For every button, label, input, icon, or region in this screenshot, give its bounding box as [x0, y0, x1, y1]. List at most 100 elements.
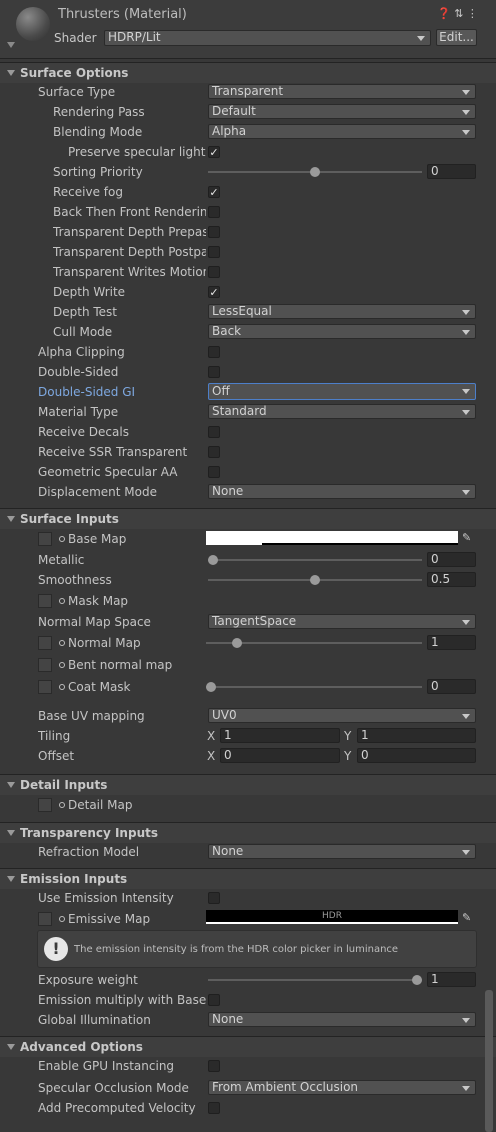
scrollbar-thumb[interactable]: [485, 990, 493, 1132]
receive-fog-checkbox[interactable]: ✓: [208, 186, 220, 198]
surface-type-dropdown[interactable]: Transparent: [208, 84, 476, 99]
specular-occlusion-dropdown[interactable]: From Ambient Occlusion: [208, 1080, 476, 1095]
chevron-down-icon: [462, 850, 470, 855]
gpu-instancing-checkbox[interactable]: [208, 1060, 220, 1072]
double-sided-checkbox[interactable]: [208, 366, 220, 378]
offset-y-label: Y: [344, 749, 352, 763]
material-preview-icon[interactable]: [16, 7, 50, 41]
foldout-arrow-icon[interactable]: [7, 516, 15, 522]
mask-map-texture-slot[interactable]: [38, 594, 52, 608]
back-then-front-label: Back Then Front Rendering: [53, 205, 206, 219]
sorting-priority-label: Sorting Priority: [53, 165, 143, 179]
edit-shader-button[interactable]: Edit...: [436, 29, 477, 46]
foldout-arrow-icon[interactable]: [7, 830, 15, 836]
object-picker-icon[interactable]: [59, 916, 65, 922]
sorting-priority-field[interactable]: 0: [427, 164, 476, 179]
rendering-pass-dropdown[interactable]: Default: [208, 104, 476, 119]
object-picker-icon[interactable]: [59, 802, 65, 808]
tiling-x-field[interactable]: 1: [220, 728, 340, 743]
receive-ssr-label: Receive SSR Transparent: [38, 445, 188, 459]
metallic-slider-track[interactable]: [208, 559, 422, 561]
material-type-dropdown[interactable]: Standard: [208, 404, 476, 419]
coat-mask-slider-handle[interactable]: [206, 682, 216, 692]
receive-decals-checkbox[interactable]: [208, 426, 220, 438]
help-text: The emission intensity is from the HDR c…: [74, 944, 399, 955]
depth-prepass-checkbox[interactable]: [208, 226, 220, 238]
foldout-arrow-icon[interactable]: [7, 782, 15, 788]
metallic-slider-handle[interactable]: [208, 555, 218, 565]
object-picker-icon[interactable]: [59, 640, 65, 646]
offset-x-field[interactable]: 0: [220, 748, 340, 763]
section-emission-inputs[interactable]: Emission Inputs: [0, 868, 496, 889]
coat-mask-texture-slot[interactable]: [38, 680, 52, 694]
preserve-specular-checkbox[interactable]: ✓: [208, 146, 220, 158]
section-advanced-options[interactable]: Advanced Options: [0, 1036, 496, 1057]
depth-postpass-checkbox[interactable]: [208, 246, 220, 258]
global-illumination-dropdown[interactable]: None: [208, 1012, 476, 1027]
emissive-color-field[interactable]: HDR: [206, 910, 458, 924]
exposure-weight-slider-track[interactable]: [208, 979, 422, 981]
chevron-down-icon: [462, 410, 470, 415]
sorting-priority-slider-handle[interactable]: [310, 167, 320, 177]
foldout-arrow-icon[interactable]: [7, 876, 15, 882]
coat-mask-slider-track[interactable]: [206, 686, 422, 688]
writes-motion-checkbox[interactable]: [208, 266, 220, 278]
cull-mode-dropdown[interactable]: Back: [208, 324, 476, 339]
emission-multiply-checkbox[interactable]: [208, 994, 220, 1006]
foldout-arrow-icon[interactable]: [7, 42, 15, 48]
smoothness-field[interactable]: 0.5: [427, 572, 476, 587]
metallic-field[interactable]: 0: [427, 552, 476, 567]
normal-map-slider-handle[interactable]: [231, 638, 242, 648]
detail-map-texture-slot[interactable]: [38, 798, 52, 812]
object-picker-icon[interactable]: [59, 598, 65, 604]
tiling-y-field[interactable]: 1: [357, 728, 476, 743]
object-picker-icon[interactable]: [59, 662, 65, 668]
bent-normal-map-texture-slot[interactable]: [38, 658, 52, 672]
base-uv-mapping-dropdown[interactable]: UV0: [208, 708, 476, 723]
preset-icon[interactable]: ⇅: [454, 7, 463, 20]
double-sided-gi-value: Off: [212, 384, 230, 398]
tiling-label: Tiling: [38, 729, 71, 743]
use-emission-intensity-checkbox[interactable]: [208, 892, 220, 904]
exposure-weight-slider-handle[interactable]: [412, 975, 422, 985]
foldout-arrow-icon[interactable]: [7, 70, 15, 76]
base-map-texture-slot[interactable]: [38, 532, 52, 546]
eyedropper-icon[interactable]: ✎: [462, 531, 471, 544]
refraction-model-dropdown[interactable]: None: [208, 844, 476, 859]
object-picker-icon[interactable]: [59, 536, 65, 542]
alpha-clipping-checkbox[interactable]: [208, 346, 220, 358]
depth-test-dropdown[interactable]: LessEqual: [208, 304, 476, 319]
base-uv-mapping-label: Base UV mapping: [38, 709, 145, 723]
double-sided-gi-dropdown[interactable]: Off: [208, 383, 476, 400]
offset-y-field[interactable]: 0: [357, 748, 476, 763]
exposure-weight-field[interactable]: 1: [427, 972, 476, 987]
coat-mask-field[interactable]: 0: [427, 679, 476, 694]
chevron-down-icon: [462, 389, 470, 394]
normal-map-texture-slot[interactable]: [38, 636, 52, 650]
receive-ssr-checkbox[interactable]: [208, 446, 220, 458]
smoothness-slider-handle[interactable]: [310, 575, 320, 585]
normal-map-space-dropdown[interactable]: TangentSpace: [208, 614, 476, 629]
geometric-aa-checkbox[interactable]: [208, 466, 220, 478]
section-surface-options[interactable]: Surface Options: [0, 62, 496, 83]
help-icon[interactable]: ❓: [437, 7, 451, 20]
emissive-map-texture-slot[interactable]: [38, 912, 52, 926]
section-detail-inputs[interactable]: Detail Inputs: [0, 774, 496, 795]
normal-map-field[interactable]: 1: [427, 635, 476, 650]
blending-mode-dropdown[interactable]: Alpha: [208, 124, 476, 139]
rendering-pass-label: Rendering Pass: [53, 105, 145, 119]
section-surface-inputs[interactable]: Surface Inputs: [0, 508, 496, 529]
chevron-down-icon: [462, 90, 470, 95]
foldout-arrow-icon[interactable]: [7, 1044, 15, 1050]
eyedropper-icon[interactable]: ✎: [462, 911, 471, 924]
precomputed-velocity-checkbox[interactable]: [208, 1102, 220, 1114]
global-illumination-label: Global Illumination: [38, 1013, 151, 1027]
chevron-down-icon: [462, 310, 470, 315]
back-then-front-checkbox[interactable]: [208, 206, 220, 218]
more-icon[interactable]: ⋮: [467, 7, 478, 20]
displacement-mode-dropdown[interactable]: None: [208, 484, 476, 499]
object-picker-icon[interactable]: [59, 684, 65, 690]
section-transparency-inputs[interactable]: Transparency Inputs: [0, 822, 496, 843]
shader-dropdown[interactable]: HDRP/Lit: [104, 30, 431, 46]
depth-write-checkbox[interactable]: ✓: [208, 286, 220, 298]
